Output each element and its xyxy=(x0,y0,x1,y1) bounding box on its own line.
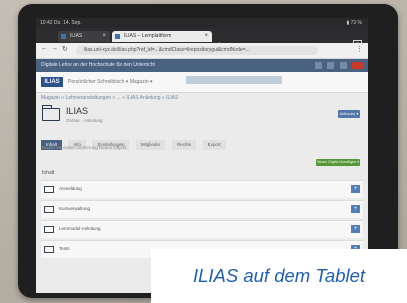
folder-icon xyxy=(41,105,60,121)
folder-icon xyxy=(44,186,54,193)
list-item[interactable]: Lernmodul-Anleitung + xyxy=(41,220,363,238)
reload-icon[interactable]: ↻ xyxy=(62,45,68,53)
main-nav[interactable]: Persönlicher Schreibtisch ▾ Magazin ▾ xyxy=(68,79,153,85)
folder-icon xyxy=(44,206,54,213)
list-item-label[interactable]: Lernmodul-Anleitung xyxy=(59,226,101,231)
url-field[interactable]: ilias.uni-xyz.de/ilias.php?ref_id=...&cm… xyxy=(76,46,318,55)
notification-icon[interactable] xyxy=(327,62,335,69)
browser-menu-icon[interactable]: ⋮ xyxy=(356,45,363,53)
address-bar-row: ← → ↻ ilias.uni-xyz.de/ilias.php?ref_id=… xyxy=(36,43,368,59)
favicon-icon xyxy=(115,34,120,39)
list-item[interactable]: Kursverwaltung + xyxy=(41,200,363,218)
browser-tab-bar: ILIAS × ILIAS – Lernplattform × + 2 xyxy=(36,28,368,49)
breadcrumb[interactable]: Magazin » Lehrveranstaltungen » ... » IL… xyxy=(41,95,363,101)
search-icon[interactable] xyxy=(339,62,347,69)
top-bar-icons xyxy=(311,62,364,69)
sub-sub-tabs[interactable]: Zeigen Verwalten Sortierung Neues Objekt xyxy=(41,145,126,150)
content-list: Anmeldung + Kursverwaltung + Lernmodul-A… xyxy=(41,180,363,260)
status-time: 10:42 Do. 14. Sep. xyxy=(40,20,82,26)
tab-label: ILIAS xyxy=(70,33,83,39)
list-item-label[interactable]: Anmeldung xyxy=(59,186,82,191)
favicon-icon xyxy=(61,34,66,39)
actions-button[interactable]: Aktionen ▾ xyxy=(338,110,360,118)
row-action-button[interactable]: + xyxy=(351,225,360,233)
close-icon[interactable]: × xyxy=(204,31,208,42)
list-item[interactable]: Anmeldung + xyxy=(41,180,363,198)
folder-icon xyxy=(44,246,54,253)
add-new-item-button[interactable]: Neues Objekt hinzufügen ▾ xyxy=(316,159,360,166)
page-title: ILIAS xyxy=(66,106,89,116)
folder-icon xyxy=(44,226,54,233)
tab-permissions[interactable]: Rechte xyxy=(171,140,197,150)
row-action-button[interactable]: + xyxy=(351,185,360,193)
back-icon[interactable]: ← xyxy=(41,45,48,52)
redaction-box xyxy=(186,76,282,84)
image-caption: ILIAS auf dem Tablet xyxy=(151,249,407,303)
ilias-logo[interactable]: ILIAS xyxy=(41,77,63,87)
help-icon[interactable] xyxy=(314,62,322,69)
page-subtitle: Ordner · Anleitung xyxy=(66,118,103,123)
battery-indicator: ▮ 73 % xyxy=(346,20,362,26)
browser-tab-1[interactable]: ILIAS × xyxy=(58,31,110,42)
list-item-label[interactable]: Tests xyxy=(59,246,70,251)
ilias-top-bar: Digitale Lehre an der Hochschule für den… xyxy=(36,59,368,72)
list-item-label[interactable]: Kursverwaltung xyxy=(59,206,90,211)
tab-export[interactable]: Export xyxy=(202,140,226,150)
close-icon[interactable]: × xyxy=(102,31,106,42)
system-status-bar: 10:42 Do. 14. Sep. ▮ 73 % xyxy=(36,18,368,28)
browser-tab-2[interactable]: ILIAS – Lernplattform × xyxy=(112,31,212,42)
ilias-header: ILIAS Persönlicher Schreibtisch ▾ Magazi… xyxy=(36,72,368,93)
section-heading: Inhalt xyxy=(42,170,55,176)
ilias-top-bar-text: Digitale Lehre an der Hochschule für den… xyxy=(41,62,155,68)
tab-members[interactable]: Mitglieder xyxy=(135,140,166,150)
tab-label: ILIAS – Lernplattform xyxy=(124,33,172,39)
row-action-button[interactable]: + xyxy=(351,205,360,213)
forward-icon[interactable]: → xyxy=(51,45,58,52)
user-avatar[interactable] xyxy=(352,62,364,69)
sub-tabs: Inhalt Info Einstellungen Mitglieder Rec… xyxy=(41,133,228,150)
